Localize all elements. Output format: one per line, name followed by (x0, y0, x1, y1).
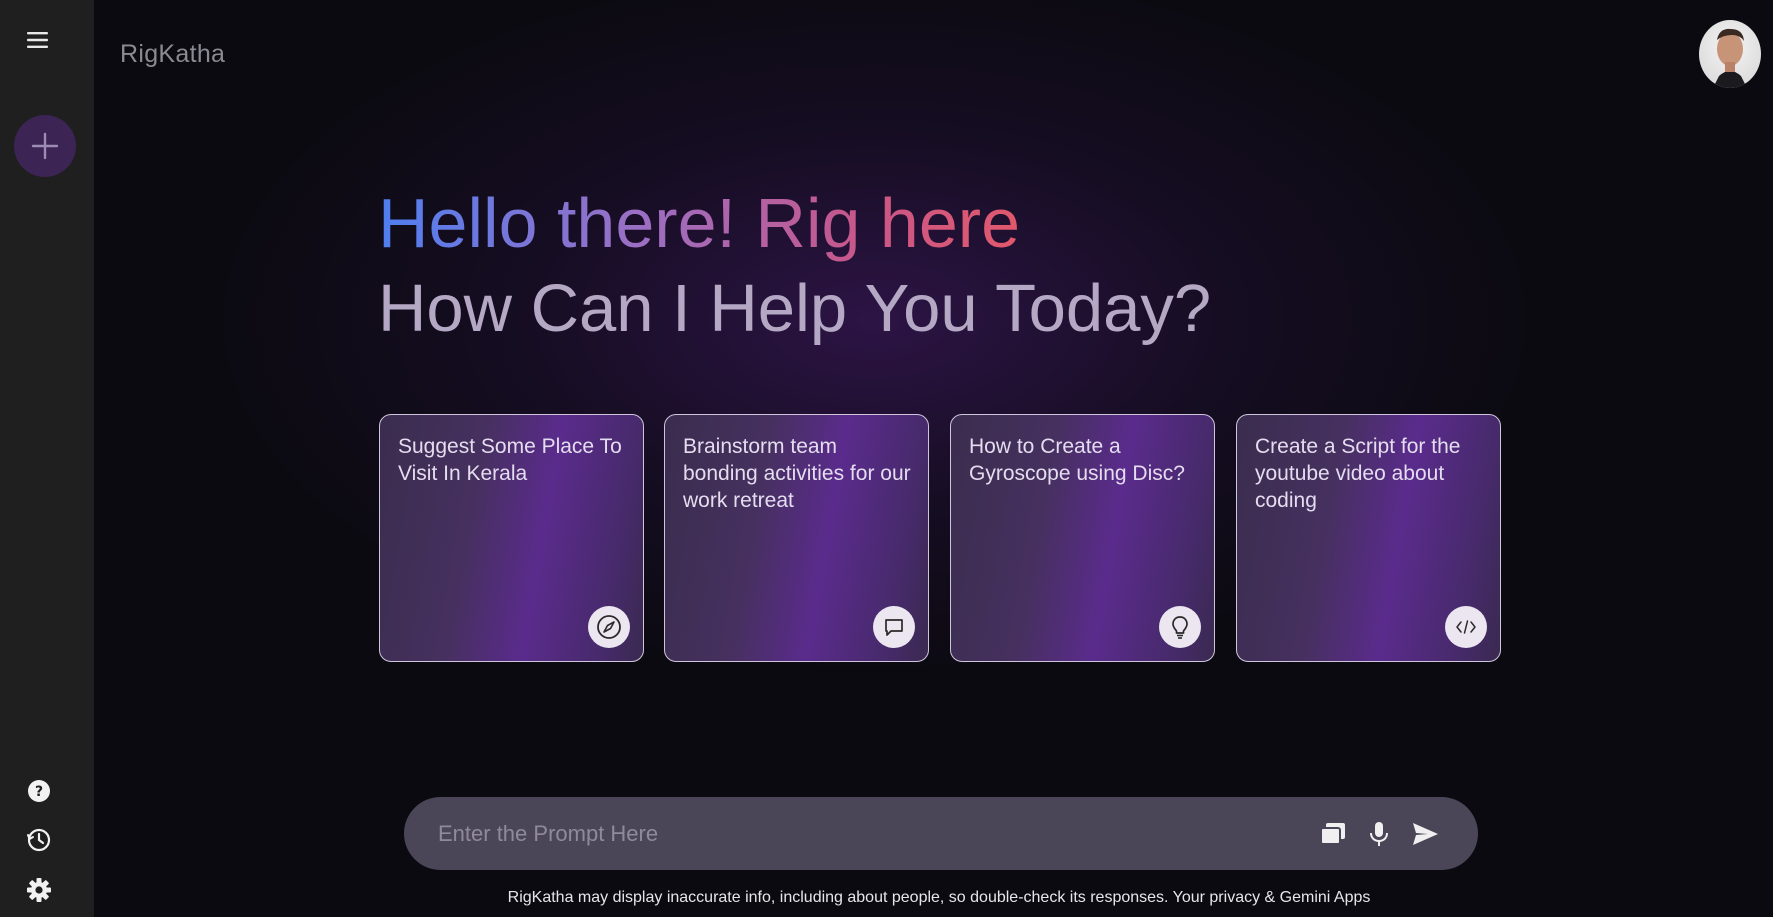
chat-bubble-icon (873, 606, 915, 648)
help-icon[interactable]: ? (24, 776, 54, 806)
brand-title: RigKatha (120, 40, 226, 68)
sidebar: ? (0, 0, 94, 917)
suggestion-card-script[interactable]: Create a Script for the youtube video ab… (1236, 414, 1501, 662)
lightbulb-icon (1159, 606, 1201, 648)
card-text: Suggest Some Place To Visit In Kerala (398, 435, 622, 485)
svg-text:?: ? (35, 784, 43, 800)
avatar[interactable] (1699, 20, 1761, 88)
menu-icon[interactable] (24, 28, 54, 52)
disclaimer-text: RigKatha may display inaccurate info, in… (507, 889, 1371, 906)
settings-icon[interactable] (24, 875, 54, 905)
greeting-subtitle: How Can I Help You Today? (378, 271, 1212, 346)
new-chat-button[interactable] (14, 115, 76, 177)
prompt-input[interactable] (436, 815, 1300, 853)
send-icon[interactable] (1410, 819, 1440, 849)
card-text: How to Create a Gyroscope using Disc? (969, 435, 1185, 485)
plus-icon (31, 132, 59, 160)
microphone-icon[interactable] (1364, 819, 1394, 849)
suggestion-card-kerala[interactable]: Suggest Some Place To Visit In Kerala (379, 414, 644, 662)
gallery-icon[interactable] (1318, 819, 1348, 849)
app-root: ? RigKatha Hello there! Rig here How Can… (0, 0, 1773, 917)
suggestion-card-brainstorm[interactable]: Brainstorm team bonding activities for o… (664, 414, 929, 662)
card-text: Brainstorm team bonding activities for o… (683, 435, 911, 512)
code-icon (1445, 606, 1487, 648)
greeting-title: Hello there! Rig here (378, 178, 1020, 268)
compass-icon (588, 606, 630, 648)
history-icon[interactable] (24, 825, 54, 855)
card-text: Create a Script for the youtube video ab… (1255, 435, 1461, 512)
prompt-bar (404, 797, 1478, 870)
main-area: RigKatha Hello there! Rig here How Can I… (94, 0, 1773, 917)
suggestion-card-gyroscope[interactable]: How to Create a Gyroscope using Disc? (950, 414, 1215, 662)
